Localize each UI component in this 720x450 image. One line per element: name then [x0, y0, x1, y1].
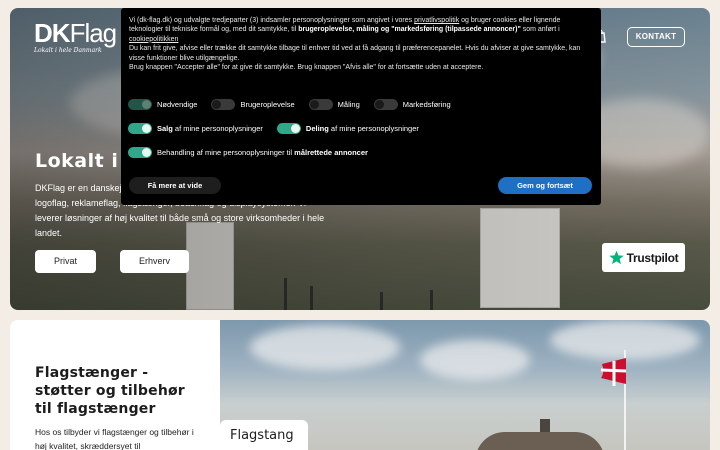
toggle-targeted-ads[interactable] [128, 147, 152, 158]
trustpilot-badge[interactable]: Trustpilot [602, 243, 685, 272]
contact-button[interactable]: KONTAKT [627, 27, 685, 47]
house-roof [475, 432, 605, 450]
cookie-text-1: Vi (dk-flag.dk) og udvalgte tredjeparter… [129, 17, 561, 43]
flagstang-label[interactable]: Flagstang [220, 420, 308, 450]
flagpole-section: Flagstænger - støtter og tilbehør til fl… [10, 320, 710, 450]
privat-button[interactable]: Privat [35, 250, 96, 273]
toggle-sale[interactable] [128, 123, 152, 134]
cookie-consent-banner: Vi (dk-flag.dk) og udvalgte tredjeparter… [121, 8, 601, 205]
privacy-policy-link[interactable]: privatlivspolitik [414, 17, 459, 24]
cookie-policy-link[interactable]: cookiepolitikken [129, 36, 178, 43]
section-title: Flagstænger - støtter og tilbehør til fl… [35, 365, 185, 417]
toggle-experience[interactable] [211, 99, 236, 110]
toggle-necessary [128, 99, 152, 110]
dkflag-logo[interactable]: DKFlag Lokalt i hele Danmark [34, 20, 117, 54]
toggle-share[interactable] [276, 123, 301, 134]
toggle-marketing[interactable] [373, 99, 398, 110]
logo-tagline: Lokalt i hele Danmark [34, 47, 102, 54]
save-and-continue-button[interactable]: Gem og fortsæt [498, 177, 592, 194]
section-text: Hos os tilbyder vi flagstænger og tilbeh… [35, 427, 194, 450]
danish-flag-icon [600, 358, 626, 386]
toggle-measure[interactable] [308, 99, 333, 110]
erhverv-button[interactable]: Erhverv [120, 250, 189, 273]
cookie-text-3: Brug knappen "Accepter alle" for at give… [129, 64, 484, 72]
trustpilot-star-icon [609, 250, 624, 265]
learn-more-button[interactable]: Få mere at vide [129, 177, 221, 194]
cookie-text-2: Du kan frit give, afvise eller trække di… [129, 45, 581, 62]
